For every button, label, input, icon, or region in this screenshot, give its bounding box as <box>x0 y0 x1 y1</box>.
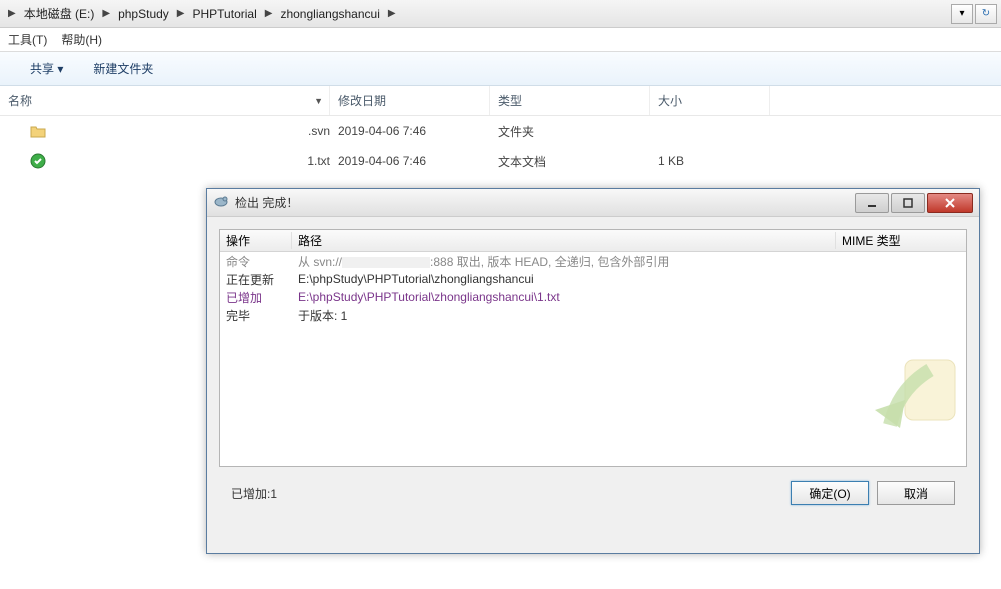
address-bar: ▶ 本地磁盘 (E:) ▶ phpStudy ▶ PHPTutorial ▶ z… <box>0 0 1001 28</box>
log-list: 操作 路径 MIME 类型 命令从 svn://:888 取出, 版本 HEAD… <box>219 229 967 467</box>
tortoise-icon <box>213 193 229 212</box>
column-modified[interactable]: 修改日期 <box>330 86 490 115</box>
chevron-right-icon: ▶ <box>265 8 273 19</box>
share-button[interactable]: 共享 ▾ <box>30 60 63 77</box>
log-row[interactable]: 完毕于版本: 1 <box>220 306 966 324</box>
refresh-button[interactable]: ↻ <box>975 4 997 24</box>
log-op: 完毕 <box>220 307 292 324</box>
log-op: 命令 <box>220 253 292 270</box>
log-col-mime[interactable]: MIME 类型 <box>836 232 966 249</box>
chevron-right-icon: ▶ <box>177 8 185 19</box>
file-modified: 2019-04-06 7:46 <box>330 116 490 146</box>
menu-help[interactable]: 帮助(H) <box>61 31 102 48</box>
breadcrumb-segment[interactable]: zhongliangshancui <box>276 5 383 23</box>
file-type: 文本文档 <box>490 146 650 176</box>
download-arrow-watermark-icon <box>850 350 960 460</box>
column-name-label: 名称 <box>8 92 32 109</box>
log-header: 操作 路径 MIME 类型 <box>220 230 966 252</box>
chevron-right-icon: ▶ <box>102 8 110 19</box>
redacted-host <box>342 257 430 268</box>
checkout-dialog: 检出 完成！ 操作 路径 MIME 类型 命令从 svn://:888 取出, … <box>206 188 980 554</box>
log-row[interactable]: 命令从 svn://:888 取出, 版本 HEAD, 全递归, 包含外部引用 <box>220 252 966 270</box>
dialog-title: 检出 完成！ <box>235 194 849 211</box>
list-header: 名称 ▼ 修改日期 类型 大小 <box>0 86 1001 116</box>
column-name[interactable]: 名称 ▼ <box>0 86 330 115</box>
sort-caret-icon: ▼ <box>314 96 323 106</box>
file-name: 1.txt <box>307 154 330 168</box>
file-size <box>650 116 770 146</box>
file-modified: 2019-04-06 7:46 <box>330 146 490 176</box>
log-col-path[interactable]: 路径 <box>292 232 836 249</box>
ok-button[interactable]: 确定(O) <box>791 481 869 505</box>
log-path: E:\phpStudy\PHPTutorial\zhongliangshancu… <box>292 290 836 304</box>
file-row[interactable]: 1.txt 2019-04-06 7:46 文本文档 1 KB <box>0 146 1001 176</box>
address-dropdown-button[interactable]: ▾ <box>951 4 973 24</box>
menu-tools[interactable]: 工具(T) <box>8 31 47 48</box>
breadcrumb-segment[interactable]: PHPTutorial <box>189 5 261 23</box>
chevron-right-icon: ▶ <box>388 8 396 19</box>
file-type: 文件夹 <box>490 116 650 146</box>
column-type[interactable]: 类型 <box>490 86 650 115</box>
file-row[interactable]: .svn 2019-04-06 7:46 文件夹 <box>0 116 1001 146</box>
cancel-button[interactable]: 取消 <box>877 481 955 505</box>
breadcrumb-segment[interactable]: 本地磁盘 (E:) <box>20 3 99 24</box>
log-op: 正在更新 <box>220 271 292 288</box>
close-button[interactable] <box>927 193 973 213</box>
log-row[interactable]: 正在更新E:\phpStudy\PHPTutorial\zhongliangsh… <box>220 270 966 288</box>
log-col-op[interactable]: 操作 <box>220 232 292 249</box>
log-row[interactable]: 已增加E:\phpStudy\PHPTutorial\zhongliangsha… <box>220 288 966 306</box>
log-op: 已增加 <box>220 289 292 306</box>
text-file-icon <box>30 153 46 169</box>
log-path: E:\phpStudy\PHPTutorial\zhongliangshancu… <box>292 272 836 286</box>
log-path: 于版本: 1 <box>292 307 836 324</box>
maximize-button[interactable] <box>891 193 925 213</box>
file-size: 1 KB <box>650 146 770 176</box>
breadcrumb-segment[interactable]: phpStudy <box>114 5 173 23</box>
menu-bar: 工具(T) 帮助(H) <box>0 28 1001 52</box>
added-count-label: 已增加:1 <box>231 485 277 502</box>
new-folder-button[interactable]: 新建文件夹 <box>93 60 153 77</box>
file-name: .svn <box>308 124 330 138</box>
chevron-right-icon: ▶ <box>8 8 16 19</box>
column-size[interactable]: 大小 <box>650 86 770 115</box>
log-path: 从 svn://:888 取出, 版本 HEAD, 全递归, 包含外部引用 <box>292 253 836 270</box>
folder-icon <box>30 123 46 139</box>
minimize-button[interactable] <box>855 193 889 213</box>
dialog-titlebar[interactable]: 检出 完成！ <box>207 189 979 217</box>
explorer-toolbar: 共享 ▾ 新建文件夹 <box>0 52 1001 86</box>
